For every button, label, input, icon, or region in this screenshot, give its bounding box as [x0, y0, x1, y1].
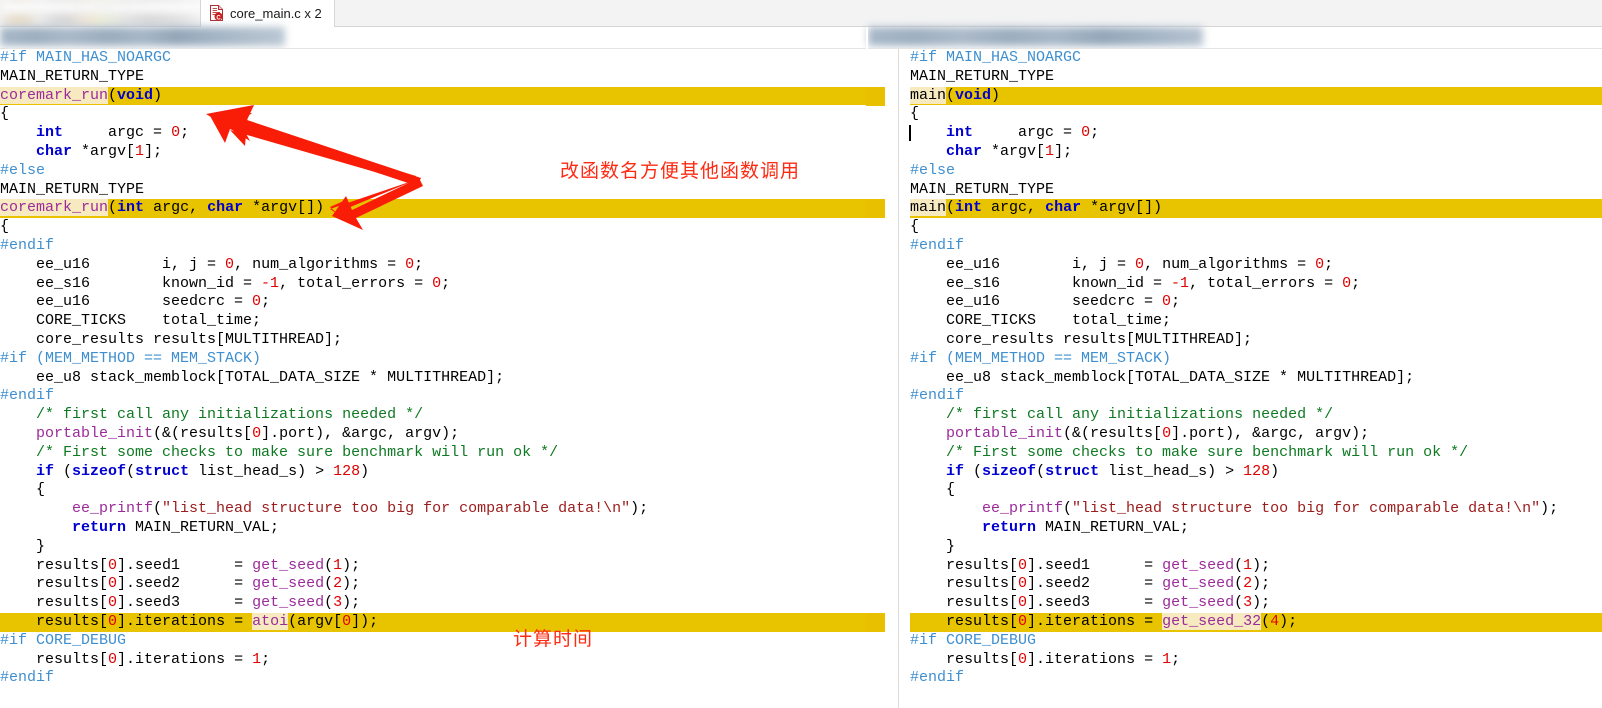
change-marker-gutter[interactable]	[866, 49, 898, 708]
code-line[interactable]: #else	[910, 162, 1602, 181]
code-line[interactable]: MAIN_RETURN_TYPE	[0, 181, 866, 200]
code-line[interactable]: results[0].iterations = atoi(argv[0]);	[0, 612, 866, 632]
code-line[interactable]: core_results results[MULTITHREAD];	[910, 331, 1602, 350]
change-marker[interactable]	[866, 199, 885, 219]
code-line[interactable]: results[0].seed3 = get_seed(3);	[910, 594, 1602, 613]
code-line[interactable]: ee_s16 known_id = -1, total_errors = 0;	[0, 275, 866, 294]
code-line[interactable]: coremark_run(void)	[0, 86, 866, 106]
code-line[interactable]: #endif	[0, 237, 866, 256]
code-line[interactable]: ee_s16 known_id = -1, total_errors = 0;	[910, 275, 1602, 294]
code-line[interactable]: results[0].iterations = 1;	[910, 651, 1602, 670]
code-line[interactable]: int argc = 0;	[0, 124, 866, 143]
code-line[interactable]: portable_init(&(results[0].port), &argc,…	[0, 425, 866, 444]
code-line[interactable]: ee_printf("list_head structure too big f…	[910, 500, 1602, 519]
code-line[interactable]: ee_u16 i, j = 0, num_algorithms = 0;	[910, 256, 1602, 275]
code-line[interactable]: #endif	[0, 387, 866, 406]
code-line[interactable]: {	[910, 481, 1602, 500]
c-source-file-icon: C	[209, 5, 224, 21]
blurred-toolbar-upper	[0, 0, 210, 14]
code-line[interactable]: #if MAIN_HAS_NOARGC	[0, 49, 866, 68]
change-marker[interactable]	[866, 86, 885, 106]
code-line[interactable]: return MAIN_RETURN_VAL;	[910, 519, 1602, 538]
code-line[interactable]: }	[910, 538, 1602, 557]
code-line[interactable]: {	[910, 218, 1602, 237]
code-line[interactable]: ee_u8 stack_memblock[TOTAL_DATA_SIZE * M…	[910, 369, 1602, 388]
code-line[interactable]: if (sizeof(struct list_head_s) > 128)	[910, 463, 1602, 482]
code-line[interactable]: portable_init(&(results[0].port), &argc,…	[910, 425, 1602, 444]
blurred-breadcrumb-right	[868, 27, 1203, 46]
code-line[interactable]: /* First some checks to make sure benchm…	[910, 444, 1602, 463]
code-line[interactable]: main(int argc, char *argv[])	[910, 199, 1602, 219]
code-line[interactable]: results[0].iterations = 1;	[0, 651, 866, 670]
gutter-divider-rule	[898, 49, 899, 708]
code-line[interactable]: core_results results[MULTITHREAD];	[0, 331, 866, 350]
code-line[interactable]: results[0].seed3 = get_seed(3);	[0, 594, 866, 613]
code-line[interactable]: #endif	[910, 237, 1602, 256]
tab-strip: C core_main.c x 2	[0, 0, 1602, 27]
code-line[interactable]: int argc = 0;	[909, 124, 1602, 143]
tab-label: core_main.c x 2	[230, 5, 322, 21]
code-line[interactable]: results[0].seed1 = get_seed(1);	[0, 557, 866, 576]
code-line[interactable]: MAIN_RETURN_TYPE	[910, 68, 1602, 87]
code-line[interactable]: /* first call any initializations needed…	[0, 406, 866, 425]
code-line[interactable]: results[0].seed2 = get_seed(2);	[910, 575, 1602, 594]
code-line[interactable]: MAIN_RETURN_TYPE	[910, 181, 1602, 200]
code-line[interactable]: ee_u8 stack_memblock[TOTAL_DATA_SIZE * M…	[0, 369, 866, 388]
code-line[interactable]: CORE_TICKS total_time;	[910, 312, 1602, 331]
code-line[interactable]: return MAIN_RETURN_VAL;	[0, 519, 866, 538]
svg-text:C: C	[216, 15, 221, 21]
code-line[interactable]: #if (MEM_METHOD == MEM_STACK)	[910, 350, 1602, 369]
code-line[interactable]: {	[0, 105, 866, 124]
code-line[interactable]: results[0].seed1 = get_seed(1);	[910, 557, 1602, 576]
code-line[interactable]: ee_u16 seedcrc = 0;	[910, 293, 1602, 312]
code-line[interactable]: CORE_TICKS total_time;	[0, 312, 866, 331]
code-line[interactable]: #if CORE_DEBUG	[910, 632, 1602, 651]
code-line[interactable]: #if (MEM_METHOD == MEM_STACK)	[0, 350, 866, 369]
code-line[interactable]: char *argv[1];	[910, 143, 1602, 162]
code-line[interactable]: #if CORE_DEBUG	[0, 632, 866, 651]
code-line[interactable]: char *argv[1];	[0, 143, 866, 162]
tab-core-main-c[interactable]: C core_main.c x 2	[200, 0, 335, 27]
code-line[interactable]: /* First some checks to make sure benchm…	[0, 444, 866, 463]
change-marker[interactable]	[866, 613, 885, 632]
code-line[interactable]: {	[0, 481, 866, 500]
code-line[interactable]: /* first call any initializations needed…	[910, 406, 1602, 425]
code-line[interactable]: {	[910, 105, 1602, 124]
code-line[interactable]: main(void)	[910, 86, 1602, 106]
code-area-left[interactable]: #if MAIN_HAS_NOARGC MAIN_RETURN_TYPE corem…	[0, 49, 866, 708]
code-line[interactable]: }	[0, 538, 866, 557]
editor-window: C core_main.c x 2 #if MAIN_HAS_NOARGC MAI…	[0, 0, 1602, 708]
editor-pane-right[interactable]: #if MAIN_HAS_NOARGC MAIN_RETURN_TYPE main(…	[866, 49, 1602, 708]
code-line[interactable]: #endif	[910, 387, 1602, 406]
code-line[interactable]: #if MAIN_HAS_NOARGC	[910, 49, 1602, 68]
code-line[interactable]: #else	[0, 162, 866, 181]
code-line[interactable]: #endif	[910, 669, 1602, 688]
code-line[interactable]: ee_u16 i, j = 0, num_algorithms = 0;	[0, 256, 866, 275]
text-caret	[909, 125, 911, 142]
code-line[interactable]: coremark_run(int argc, char *argv[])	[0, 199, 866, 219]
code-line[interactable]: if (sizeof(struct list_head_s) > 128)	[0, 463, 866, 482]
code-line[interactable]: MAIN_RETURN_TYPE	[0, 68, 866, 87]
code-line[interactable]: results[0].iterations = get_seed_32(4);	[910, 612, 1602, 632]
code-line[interactable]: results[0].seed2 = get_seed(2);	[0, 575, 866, 594]
code-line[interactable]: ee_printf("list_head structure too big f…	[0, 500, 866, 519]
code-line[interactable]: ee_u16 seedcrc = 0;	[0, 293, 866, 312]
code-line[interactable]: {	[0, 218, 866, 237]
editor-pane-left[interactable]: #if MAIN_HAS_NOARGC MAIN_RETURN_TYPE corem…	[0, 49, 866, 708]
blurred-breadcrumb-band	[0, 27, 1602, 49]
code-line[interactable]: #endif	[0, 669, 866, 688]
blurred-breadcrumb-left	[0, 27, 285, 46]
code-area-right[interactable]: #if MAIN_HAS_NOARGC MAIN_RETURN_TYPE main(…	[909, 49, 1602, 708]
